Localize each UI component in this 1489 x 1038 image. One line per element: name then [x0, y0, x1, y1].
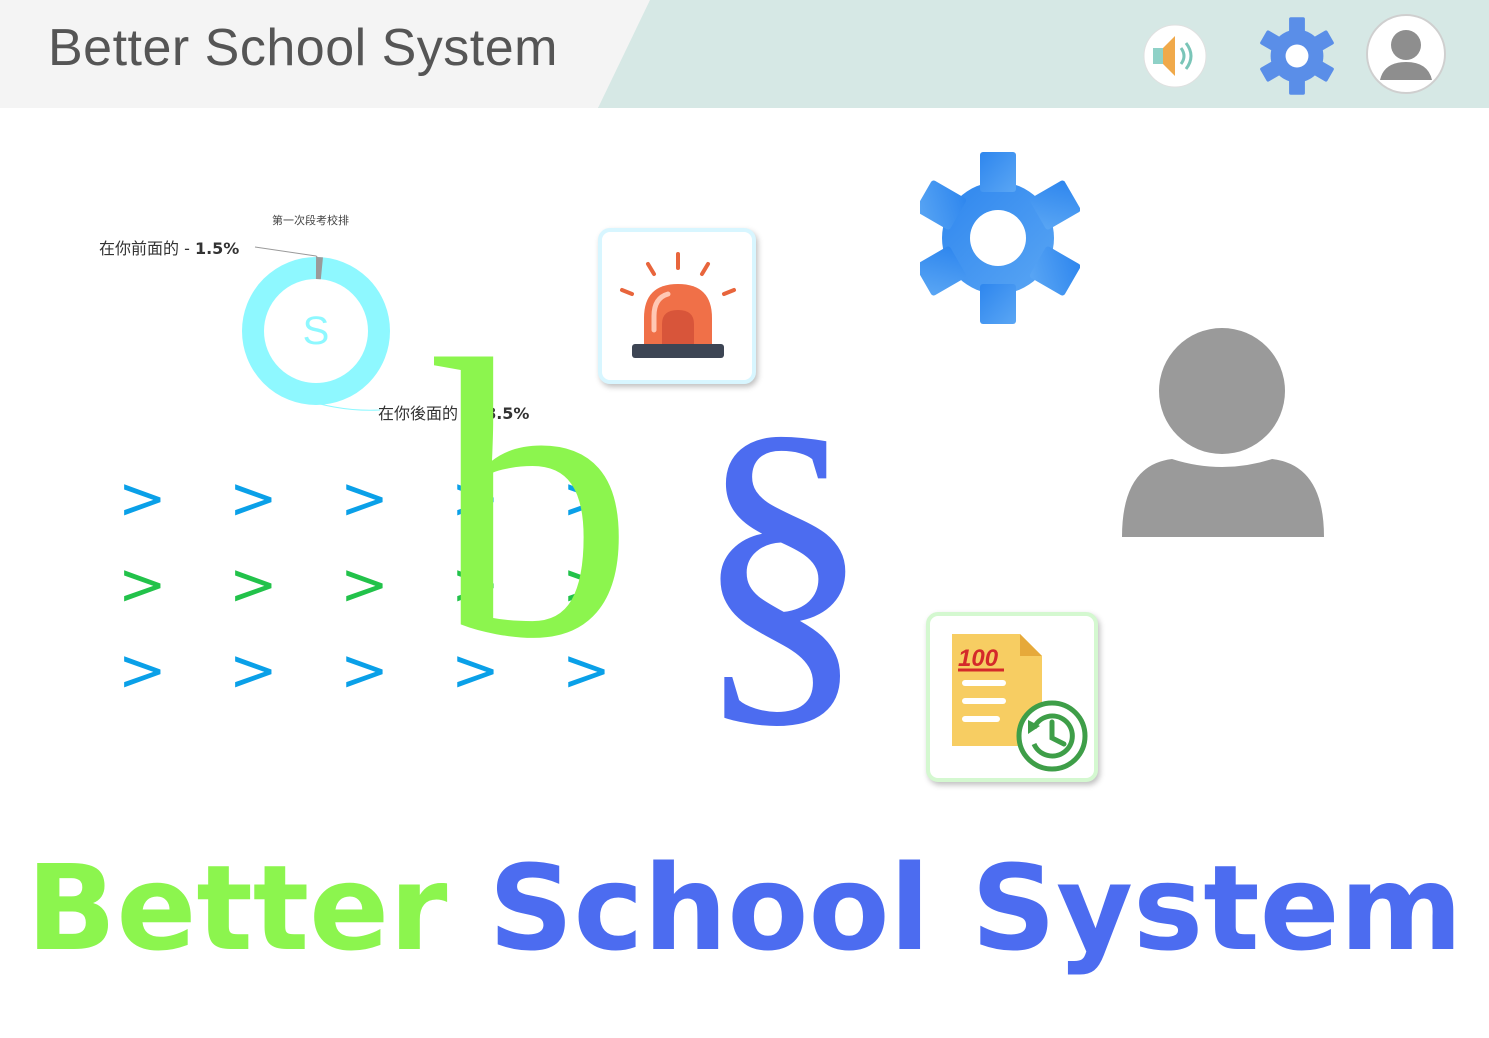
settings-tile[interactable]	[915, 150, 1081, 325]
score-history-tile[interactable]: 100	[926, 612, 1098, 782]
banner-word-better: Better	[26, 839, 448, 977]
sound-button[interactable]	[1143, 24, 1207, 88]
donut-center-letter: S	[303, 309, 330, 353]
user-icon	[1122, 328, 1324, 537]
chart-label-ahead-text: 在你前面的 -	[99, 239, 195, 258]
chart-value-ahead: 1.5%	[194, 239, 240, 258]
gear-icon	[915, 152, 1081, 324]
logo-section-sign: §	[692, 360, 872, 759]
banner-word-school-system: School System	[488, 839, 1463, 977]
profile-tile[interactable]	[1118, 325, 1328, 545]
banner-title: Better School System	[0, 838, 1489, 978]
bs-logo: b §	[430, 280, 890, 750]
user-avatar-icon	[1366, 14, 1446, 94]
leader-line-ahead	[254, 246, 319, 259]
speaker-icon	[1143, 24, 1207, 88]
gear-icon	[1260, 17, 1334, 95]
profile-button[interactable]	[1366, 14, 1446, 94]
chart-label-ahead: 在你前面的 - 1.5%	[99, 235, 239, 259]
score-history-icon: 100	[952, 634, 1088, 772]
svg-text:100: 100	[958, 645, 999, 672]
logo-letter-b: b	[434, 278, 634, 721]
settings-button[interactable]	[1253, 12, 1341, 100]
